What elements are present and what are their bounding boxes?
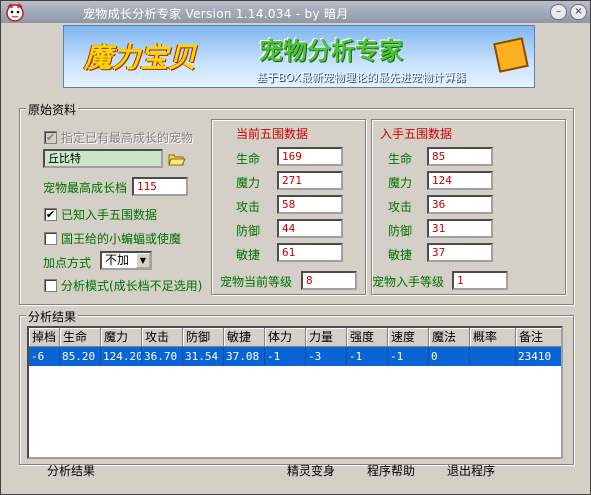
main-window: 宠物成长分析专家 Version 1.14.034 - by 暗月 – × 魔力…	[0, 0, 591, 495]
column-header[interactable]: 力量	[306, 328, 347, 347]
app-icon	[6, 3, 24, 22]
exit-button[interactable]: 退出程序	[447, 461, 495, 481]
known-stats-label: 已知入手五围数据	[61, 208, 158, 222]
table-cell: -3	[306, 347, 347, 366]
table-cell: 36.70	[142, 347, 183, 366]
max-growth-field[interactable]: 115	[132, 177, 188, 196]
table-cell: 85.20	[60, 347, 101, 366]
banner-image: 魔力宝贝 宠物分析专家 基于BOX最新宠物理论的最先进宠物计算器	[63, 25, 535, 88]
minimize-button[interactable]: –	[550, 4, 567, 20]
initial-level-field[interactable]: 1	[452, 271, 508, 290]
initial-mp-field[interactable]: 124	[427, 171, 493, 190]
initial-mp-label: 魔力	[388, 176, 413, 190]
initial-agi-field[interactable]: 37	[427, 243, 493, 262]
current-def-field[interactable]: 44	[277, 219, 343, 238]
column-header[interactable]: 速度	[388, 328, 429, 347]
column-header[interactable]: 概率	[470, 328, 516, 347]
table-cell: 37.08	[224, 347, 265, 366]
current-agi-field[interactable]: 61	[277, 243, 343, 262]
column-header[interactable]: 备注	[516, 328, 561, 347]
folder-open-icon[interactable]	[168, 152, 186, 166]
current-atk-field[interactable]: 58	[277, 195, 343, 214]
initial-atk-label: 攻击	[388, 200, 413, 214]
current-hp-label: 生命	[236, 152, 261, 166]
title-bar[interactable]: 宠物成长分析专家 Version 1.14.034 - by 暗月 – ×	[1, 1, 590, 23]
current-mp-field[interactable]: 271	[277, 171, 343, 190]
current-def-label: 防御	[236, 224, 261, 238]
column-header[interactable]: 敏捷	[224, 328, 265, 347]
table-cell: -1	[347, 347, 388, 366]
help-button[interactable]: 程序帮助	[367, 461, 415, 481]
initial-def-label: 防御	[388, 224, 413, 238]
current-level-label: 宠物当前等级	[220, 275, 293, 289]
banner-title: 宠物分析专家	[259, 37, 403, 65]
column-header[interactable]: 体力	[265, 328, 306, 347]
close-button[interactable]: ×	[570, 4, 587, 20]
table-cell: 23410	[516, 347, 561, 366]
initial-def-field[interactable]: 31	[427, 219, 493, 238]
banner-subtitle: 基于BOX最新宠物理论的最先进宠物计算器	[256, 71, 466, 84]
king-bat-checkbox[interactable]	[44, 232, 57, 245]
initial-stats-header: 入手五围数据	[380, 127, 453, 141]
raw-data-group: 原始资料 ✔ 指定已有最高成长的宠物 丘比特 宠物最高成长档 115 ✔ 已知入…	[19, 101, 574, 305]
sprite-transform-button[interactable]: 精灵变身	[287, 461, 335, 481]
banner-logo: 魔力宝贝	[84, 41, 197, 74]
known-stats-checkbox[interactable]: ✔	[44, 208, 57, 221]
table-header-row: 掉档 生命 魔力 攻击 防御 敏捷 体力 力量 强度 速度 魔法 概率 备注	[29, 328, 561, 347]
max-growth-label: 宠物最高成长档	[43, 181, 128, 195]
table-cell: 31.54	[183, 347, 224, 366]
table-cell: -6	[29, 347, 60, 366]
table-cell: -1	[388, 347, 429, 366]
current-atk-label: 攻击	[236, 200, 261, 214]
table-cell: 124.20	[101, 347, 142, 366]
column-header[interactable]: 攻击	[142, 328, 183, 347]
current-level-field[interactable]: 8	[301, 271, 357, 290]
initial-hp-label: 生命	[388, 152, 413, 166]
analysis-result-button[interactable]: 分析结果	[47, 461, 95, 481]
column-header[interactable]: 掉档	[29, 328, 60, 347]
current-mp-label: 魔力	[236, 176, 261, 190]
column-header[interactable]: 魔力	[101, 328, 142, 347]
pet-name-field[interactable]: 丘比特	[43, 149, 163, 168]
king-bat-label: 国王给的小蝙蝠或使魔	[61, 232, 182, 246]
initial-agi-label: 敏捷	[388, 248, 413, 262]
result-group-title: 分析结果	[26, 308, 79, 325]
add-point-select[interactable]: 不加 ▼	[100, 251, 152, 270]
initial-hp-field[interactable]: 85	[427, 147, 493, 166]
current-stats-panel: 当前五围数据 生命 169 魔力 271 攻击 58 防御 44 敏捷 61 宠…	[211, 119, 366, 295]
box-icon	[493, 37, 529, 73]
current-hp-field[interactable]: 169	[277, 147, 343, 166]
initial-stats-panel: 入手五围数据 生命 85 魔力 124 攻击 36 防御 31 敏捷 37 宠物…	[371, 119, 566, 295]
column-header[interactable]: 强度	[347, 328, 388, 347]
initial-atk-field[interactable]: 36	[427, 195, 493, 214]
specify-max-growth-label: 指定已有最高成长的宠物	[61, 131, 194, 145]
window-title: 宠物成长分析专家 Version 1.14.034 - by 暗月	[83, 7, 349, 21]
initial-level-label: 宠物入手等级	[372, 275, 445, 289]
column-header[interactable]: 魔法	[429, 328, 470, 347]
result-table[interactable]: 掉档 生命 魔力 攻击 防御 敏捷 体力 力量 强度 速度 魔法 概率 备注 -…	[27, 326, 563, 459]
add-point-label: 加点方式	[43, 256, 92, 270]
current-agi-label: 敏捷	[236, 248, 261, 262]
table-cell: -1	[265, 347, 306, 366]
current-stats-header: 当前五围数据	[236, 127, 309, 141]
table-row[interactable]: -6 85.20 124.20 36.70 31.54 37.08 -1 -3 …	[29, 347, 561, 366]
table-cell	[470, 347, 516, 366]
chevron-down-icon[interactable]: ▼	[136, 253, 150, 268]
analysis-mode-checkbox[interactable]	[44, 279, 57, 292]
add-point-value: 不加	[105, 253, 130, 267]
column-header[interactable]: 生命	[60, 328, 101, 347]
analysis-mode-label: 分析模式(成长档不足选用)	[61, 279, 203, 293]
column-header[interactable]: 防御	[183, 328, 224, 347]
raw-data-group-title: 原始资料	[26, 101, 79, 118]
table-cell: 0	[429, 347, 470, 366]
specify-max-growth-checkbox[interactable]: ✔	[44, 131, 57, 144]
